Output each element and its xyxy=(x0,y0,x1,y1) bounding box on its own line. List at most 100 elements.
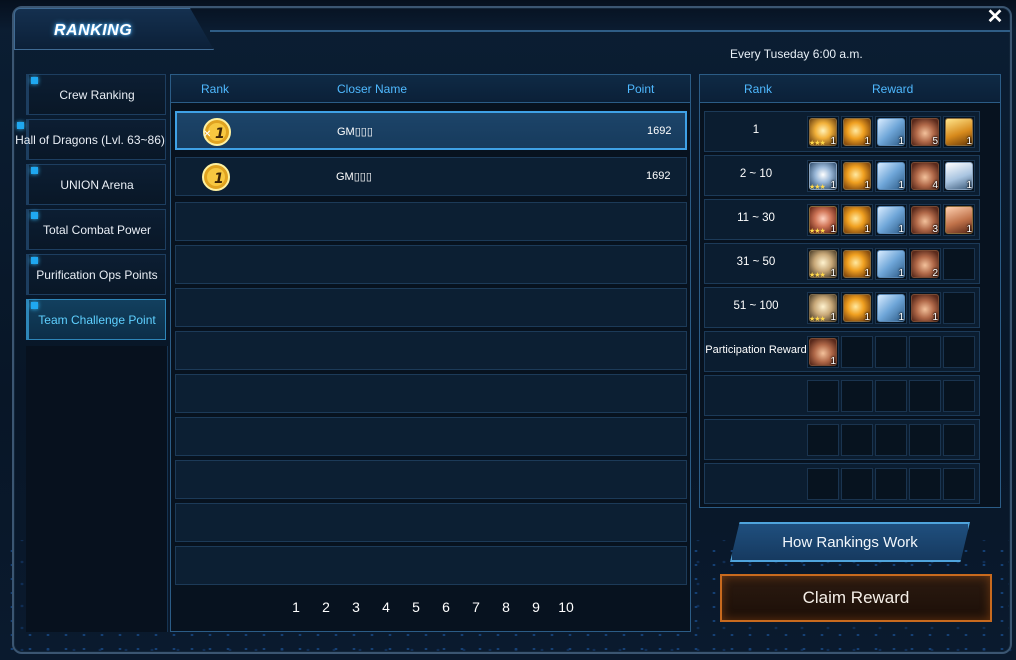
item-quantity: 1 xyxy=(830,224,836,235)
reward-item-slot[interactable]: 1 xyxy=(875,160,907,192)
item-quantity: 1 xyxy=(830,312,836,323)
page-6-button[interactable]: 6 xyxy=(431,599,461,615)
item-quantity: 3 xyxy=(932,224,938,235)
category-sidebar: Crew Ranking Hall of Dragons (Lvl. 63~86… xyxy=(15,74,168,344)
item-quantity: 1 xyxy=(898,180,904,191)
reward-rank-label: 51 ~ 100 xyxy=(733,300,779,312)
page-8-button[interactable]: 8 xyxy=(491,599,521,615)
reward-rank-label: 2 ~ 10 xyxy=(739,168,773,180)
item-quantity: 1 xyxy=(898,312,904,323)
item-quantity: 1 xyxy=(830,180,836,191)
empty-reward-slot xyxy=(909,468,941,500)
sidebar-item-union-arena[interactable]: UNION Arena xyxy=(26,164,166,205)
closer-name: GM▯▯▯ xyxy=(336,171,372,183)
point-value: 1692 xyxy=(646,170,671,182)
reward-item-slot[interactable]: 1 xyxy=(841,292,873,324)
rank-1-medal-icon: 1 ✕ xyxy=(203,118,231,146)
item-quantity: 1 xyxy=(830,356,836,367)
item-quantity: 4 xyxy=(932,180,938,191)
sidebar-item-crew-ranking[interactable]: Crew Ranking xyxy=(26,74,166,115)
sidebar-item-team-challenge[interactable]: Team Challenge Point xyxy=(26,299,166,340)
reward-item-slot[interactable]: ★★★ 1 xyxy=(807,160,839,192)
sidebar-item-label: UNION Arena xyxy=(60,177,134,192)
table-row[interactable]: 1 ✕ GM▯▯▯ 1692 xyxy=(175,111,687,150)
reset-schedule: Every Tuseday 6:00 a.m. xyxy=(730,47,863,61)
sidebar-item-label: Purification Ops Points xyxy=(36,267,158,282)
sidebar-item-purification-ops[interactable]: Purification Ops Points xyxy=(26,254,166,295)
page-5-button[interactable]: 5 xyxy=(401,599,431,615)
reward-item-slot[interactable]: 1 xyxy=(841,204,873,236)
svg-text:✕: ✕ xyxy=(203,129,211,140)
rank-1-medal-icon: 1 xyxy=(202,163,230,191)
reward-item-slot[interactable]: 1 xyxy=(875,116,907,148)
reward-row: 2 ~ 10 ★★★ 1 1 1 4 1 xyxy=(704,155,980,196)
empty-reward-slot xyxy=(943,336,975,368)
reward-item-slot[interactable]: ★★★ 1 xyxy=(807,116,839,148)
table-row[interactable]: 1 GM▯▯▯ 1692 xyxy=(175,157,687,196)
ranking-list-header: Rank Closer Name Point xyxy=(171,75,690,103)
grade-stars: ★★★ xyxy=(809,316,826,323)
reward-item-slot[interactable]: 1 xyxy=(875,248,907,280)
reward-item-slot[interactable]: 4 xyxy=(909,160,941,192)
reward-item-slot[interactable]: ★★★ 1 xyxy=(807,292,839,324)
item-quantity: 1 xyxy=(966,180,972,191)
reward-slots xyxy=(807,468,975,500)
reward-item-slot[interactable]: 1 xyxy=(875,204,907,236)
reward-item-slot[interactable]: 1 xyxy=(807,336,839,368)
page-9-button[interactable]: 9 xyxy=(521,599,551,615)
reward-slots xyxy=(807,380,975,412)
ranking-window: RANKING ✕ Every Tuseday 6:00 a.m. Crew R… xyxy=(0,0,1016,660)
reward-item-slot[interactable]: 1 xyxy=(943,116,975,148)
item-quantity: 1 xyxy=(864,224,870,235)
reward-row xyxy=(704,419,980,460)
sidebar-item-hall-of-dragons[interactable]: Hall of Dragons (Lvl. 63~86) xyxy=(15,119,166,160)
grade-stars: ★★★ xyxy=(809,272,826,279)
empty-reward-slot xyxy=(875,336,907,368)
empty-reward-slot xyxy=(807,468,839,500)
reward-row: 51 ~ 100 ★★★ 1 1 1 1 xyxy=(704,287,980,328)
reward-slots: ★★★ 1 1 1 1 xyxy=(807,292,975,324)
empty-reward-slot xyxy=(943,468,975,500)
sidebar-item-total-combat-power[interactable]: Total Combat Power xyxy=(26,209,166,250)
reward-item-slot[interactable]: ★★★ 1 xyxy=(807,248,839,280)
table-row-empty xyxy=(175,202,687,241)
reward-item-slot[interactable]: 1 xyxy=(875,292,907,324)
marker-icon xyxy=(31,212,38,219)
reward-slots: ★★★ 1 1 1 3 1 xyxy=(807,204,975,236)
marker-icon xyxy=(31,77,38,84)
reward-rank-label: 31 ~ 50 xyxy=(736,256,776,268)
page-7-button[interactable]: 7 xyxy=(461,599,491,615)
reward-item-slot[interactable]: 1 xyxy=(841,160,873,192)
reward-row xyxy=(704,375,980,416)
reward-item-slot[interactable]: 1 xyxy=(841,116,873,148)
reward-header: Rank Reward xyxy=(700,75,1000,103)
column-header-rank: Rank xyxy=(201,82,230,96)
table-row-empty xyxy=(175,460,687,499)
reward-slots: ★★★ 1 1 1 5 1 xyxy=(807,116,975,148)
empty-reward-slot xyxy=(943,292,975,324)
reward-item-slot[interactable]: 1 xyxy=(943,204,975,236)
reward-item-slot[interactable]: 1 xyxy=(909,292,941,324)
reward-item-slot[interactable]: ★★★ 1 xyxy=(807,204,839,236)
reward-row: 31 ~ 50 ★★★ 1 1 1 2 xyxy=(704,243,980,284)
page-2-button[interactable]: 2 xyxy=(311,599,341,615)
page-3-button[interactable]: 3 xyxy=(341,599,371,615)
reward-item-slot[interactable]: 2 xyxy=(909,248,941,280)
marker-icon xyxy=(31,302,38,309)
reward-item-slot[interactable]: 1 xyxy=(841,248,873,280)
item-quantity: 1 xyxy=(966,136,972,147)
claim-reward-button[interactable]: Claim Reward xyxy=(720,574,992,622)
reward-item-slot[interactable]: 5 xyxy=(909,116,941,148)
page-1-button[interactable]: 1 xyxy=(281,599,311,615)
reward-row: 11 ~ 30 ★★★ 1 1 1 3 1 xyxy=(704,199,980,240)
reward-row: 1 ★★★ 1 1 1 5 1 xyxy=(704,111,980,152)
how-rankings-work-button[interactable]: How Rankings Work xyxy=(730,522,970,562)
item-quantity: 1 xyxy=(864,136,870,147)
reward-item-slot[interactable]: 1 xyxy=(943,160,975,192)
empty-reward-slot xyxy=(943,380,975,412)
close-button[interactable]: ✕ xyxy=(984,6,1006,28)
empty-reward-slot xyxy=(875,468,907,500)
page-4-button[interactable]: 4 xyxy=(371,599,401,615)
page-10-button[interactable]: 10 xyxy=(551,599,581,615)
reward-item-slot[interactable]: 3 xyxy=(909,204,941,236)
